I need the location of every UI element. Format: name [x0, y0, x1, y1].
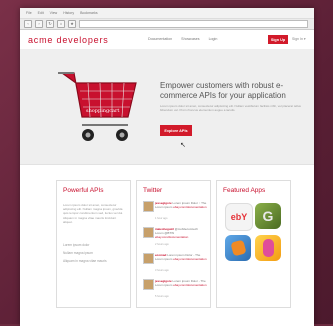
- cart-label: shoppingcart: [86, 108, 119, 114]
- avatar[interactable]: [143, 227, 154, 238]
- featured-apps-title: Featured Apps: [223, 187, 266, 194]
- home-icon[interactable]: ⌂: [57, 20, 65, 28]
- avatar[interactable]: [143, 279, 154, 290]
- featured-apps-card: Featured Apps ebY G: [216, 180, 291, 308]
- tweet-link[interactable]: ebay.com/documentation: [155, 235, 188, 239]
- nav-showcases[interactable]: Showcases: [181, 37, 199, 41]
- browser-menubar: File Edit View History Bookmarks: [20, 8, 314, 19]
- apis-link-3[interactable]: Aliquam in magna vitae mauris: [63, 259, 107, 263]
- twitter-title: Twitter: [143, 187, 163, 194]
- bookmark-icon[interactable]: ★: [68, 20, 76, 28]
- tweet-link[interactable]: ebay.com/documentation: [173, 283, 206, 287]
- ebay-app-icon[interactable]: ebY: [225, 203, 253, 231]
- nav-login[interactable]: Login: [209, 37, 218, 41]
- tweet-time: 5 hours ago: [155, 295, 169, 298]
- explore-apis-button[interactable]: Explore APIs: [160, 125, 192, 136]
- orange-shape: [230, 239, 247, 257]
- menu-file[interactable]: File: [26, 11, 32, 15]
- sign-up-button[interactable]: Sign Up: [268, 35, 288, 44]
- g-app-label: G: [262, 208, 274, 224]
- logo-prefix: acme: [28, 35, 54, 45]
- menu-bookmarks[interactable]: Bookmarks: [80, 11, 98, 15]
- powerful-apis-text: Lorem ipsum dolor sit amet, consectetur …: [63, 203, 124, 224]
- tweet-time: 3 hours ago: [155, 269, 169, 272]
- sign-in-dropdown[interactable]: Sign In ▾: [292, 37, 306, 41]
- menu-history[interactable]: History: [63, 11, 74, 15]
- tweet-link[interactable]: ebay.com/documentation: [173, 205, 206, 209]
- pink-app-icon[interactable]: [255, 235, 281, 261]
- apis-link-1[interactable]: Lorem ipsum dolor: [63, 243, 89, 247]
- tweet-item: maiesheguzil @mobilecomtech Lorem @BTW e…: [143, 227, 207, 249]
- tweet-item: jessegigore Lorem ipsum Dolor - The Lore…: [143, 279, 207, 301]
- hero-description: Lorem ipsum dolor sit amet, consectetur …: [160, 104, 301, 112]
- hero-section: shoppingcart Empower customers with robu…: [20, 49, 314, 165]
- tweet-link[interactable]: ebay.com/documentation: [173, 257, 206, 261]
- menu-edit[interactable]: Edit: [38, 11, 44, 15]
- powerful-apis-card: Powerful APIs Lorem ipsum dolor sit amet…: [56, 180, 131, 308]
- tweet-item: jessegigore Lorem ipsum Dolor :: The Lor…: [143, 201, 207, 223]
- pink-shape: [263, 239, 274, 257]
- menu-view[interactable]: View: [50, 11, 58, 15]
- orange-app-icon[interactable]: [225, 235, 251, 261]
- green-g-app-icon[interactable]: G: [255, 203, 281, 229]
- tweet-item: ecomad Lorem ipsum Dolor - The Lorem ips…: [143, 253, 207, 275]
- nav-documentation[interactable]: Documentation: [148, 37, 172, 41]
- tweet-time: 2 hours ago: [155, 243, 169, 246]
- shopping-cart-icon: shoppingcart: [58, 72, 137, 141]
- back-icon[interactable]: ‹: [24, 20, 32, 28]
- address-bar[interactable]: [79, 20, 308, 28]
- reload-icon[interactable]: ↻: [46, 20, 54, 28]
- site-nav: Documentation Showcases Login: [148, 37, 217, 41]
- avatar[interactable]: [143, 201, 154, 212]
- browser-toolbar: ‹ › ↻ ⌂ ★: [20, 19, 314, 30]
- hero-title: Empower customers with robust e-commerce…: [160, 81, 286, 100]
- ebay-app-label: ebY: [230, 212, 248, 222]
- forward-icon[interactable]: ›: [35, 20, 43, 28]
- avatar[interactable]: [143, 253, 154, 264]
- apis-link-2[interactable]: Nullam magna ipsum: [63, 251, 93, 255]
- mouse-cursor-icon: ↖: [180, 142, 186, 149]
- featured-apps-grid: ebY G: [225, 203, 281, 261]
- twitter-card: Twitter jessegigore Lorem ipsum Dolor ::…: [136, 180, 211, 308]
- site-header: acme developers Documentation Showcases …: [20, 30, 314, 51]
- browser-window: File Edit View History Bookmarks ‹ › ↻ ⌂…: [20, 8, 314, 326]
- logo-suffix: developers: [56, 35, 109, 45]
- site-logo[interactable]: acme developers: [28, 35, 109, 45]
- tweet-time: 1 hour ago: [155, 217, 168, 220]
- powerful-apis-title: Powerful APIs: [63, 187, 104, 194]
- feature-columns: Powerful APIs Lorem ipsum dolor sit amet…: [56, 180, 291, 308]
